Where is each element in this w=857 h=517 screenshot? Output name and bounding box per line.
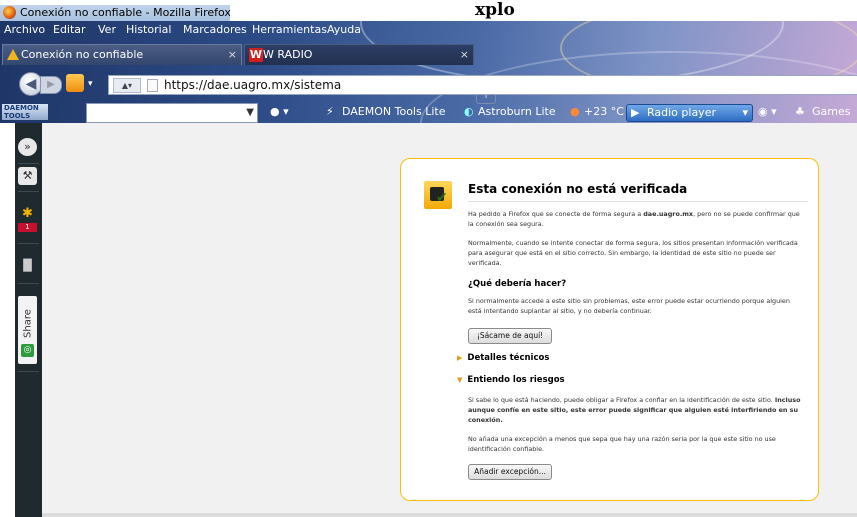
notification-badge: 1	[18, 223, 37, 232]
url-text[interactable]: https://dae.uagro.mx/sistema	[164, 76, 341, 94]
menu-editar[interactable]: Editar	[53, 23, 86, 36]
window-title: Conexión no confiable - Mozilla Firefox	[20, 6, 231, 19]
wradio-logo-icon: W	[249, 48, 263, 62]
url-bar[interactable]: ▲▾ https://dae.uagro.mx/sistema	[108, 75, 857, 95]
addon-icon[interactable]	[66, 74, 84, 92]
volume-icon[interactable]: ◉ ▾	[758, 105, 777, 118]
tool-icon[interactable]: ⚒	[18, 167, 37, 185]
understand-risks-toggle[interactable]: ▼ Entiendo los riesgos	[457, 375, 565, 385]
error-card: Esta conexión no está verificada Ha pedi…	[400, 158, 819, 501]
error-intro: Ha pedido a Firefox que se conecte de fo…	[468, 210, 800, 228]
add-exception-button[interactable]: Añadir excepción...	[468, 464, 552, 480]
firefox-icon	[3, 6, 16, 19]
what-should-i-do-text: Si normalmente accede a este sitio sin p…	[468, 297, 790, 315]
sidebar: » ⚒ ✱ 1 ▐▌ Share ◎	[15, 123, 42, 517]
risks-text: Si sabe lo que está haciendo, puede obli…	[468, 396, 801, 424]
share-icon: ◎	[21, 344, 34, 357]
tab-label: Conexión no confiable	[21, 48, 144, 61]
tab-conexion[interactable]: Conexión no confiable ×	[2, 44, 242, 65]
tab-wradio[interactable]: W W RADIO ×	[244, 44, 474, 65]
daemon-tools-button[interactable]: DAEMON Tools Lite	[342, 105, 446, 118]
astroburn-button[interactable]: Astroburn Lite	[478, 105, 556, 118]
star-icon[interactable]: ✱	[18, 205, 37, 223]
addon-dropdown-icon[interactable]: ▾	[88, 79, 96, 89]
expand-sidebar-button[interactable]: »	[18, 138, 37, 156]
expander-down-icon: ▼	[457, 376, 463, 384]
games-button[interactable]: Games	[812, 105, 850, 118]
title-bar: Conexión no confiable - Mozilla Firefox …	[0, 0, 857, 21]
site-identity-button[interactable]: ▲▾	[113, 78, 141, 93]
share-tab[interactable]: Share ◎	[18, 296, 37, 364]
daemon-search-input[interactable]: ▼	[86, 103, 258, 123]
technical-details-toggle[interactable]: ▶ Detalles técnicos	[457, 353, 549, 363]
tab-label: W RADIO	[263, 48, 313, 61]
astroburn-icon: ◐	[464, 105, 474, 118]
page-icon	[147, 79, 158, 92]
exception-warning: No añada una excepción a menos que sepa …	[468, 435, 776, 453]
expander-right-icon: ▶	[457, 354, 463, 362]
chevron-down-icon[interactable]: ▼	[246, 104, 254, 122]
menu-historial[interactable]: Historial	[126, 23, 171, 36]
menu-marcadores[interactable]: Marcadores	[183, 23, 247, 36]
share-label: Share	[22, 309, 34, 338]
daemon-logo[interactable]: DAEMON TOOLS	[2, 104, 48, 120]
error-title: Esta conexión no está verificada	[468, 182, 808, 202]
menu-ver[interactable]: Ver	[98, 23, 116, 36]
weather-button[interactable]: +23 °C	[584, 105, 624, 118]
menu-bar: Archivo Editar Ver Historial Marcadores …	[0, 21, 857, 39]
what-should-i-do-heading: ¿Qué debería hacer?	[468, 279, 567, 289]
tab-bar: Conexión no confiable × W W RADIO × +	[0, 41, 857, 104]
certificate-warning-icon	[424, 181, 452, 209]
forward-button[interactable]: ▶	[40, 76, 62, 94]
chevron-down-icon[interactable]: ▾	[742, 105, 748, 121]
weather-icon: ●	[570, 105, 580, 118]
columns-icon[interactable]: ▐▌	[18, 257, 37, 275]
play-icon[interactable]: ▶	[631, 105, 639, 121]
menu-herramientas[interactable]: Herramientas	[252, 23, 327, 36]
daemon-tools-icon: ⚡	[326, 105, 334, 118]
menu-ayuda[interactable]: Ayuda	[327, 23, 361, 36]
warning-icon	[7, 49, 19, 60]
daemon-toolbar: DAEMON TOOLS ▼ ● ▾ ⚡ DAEMON Tools Lite ◐…	[0, 101, 857, 123]
error-explanation: Normalmente, cuando se intente conectar …	[468, 239, 798, 267]
tab-close-icon[interactable]: ×	[228, 45, 237, 65]
tab-close-icon[interactable]: ×	[460, 45, 469, 65]
overflow-text: xplo	[475, 0, 515, 20]
radio-player-button[interactable]: Radio player ▶ ▾	[626, 104, 753, 122]
games-icon: ♣	[795, 105, 805, 118]
menu-archivo[interactable]: Archivo	[4, 23, 45, 36]
navigation-bar: ◀ ▶ ▾ ▲▾ https://dae.uagro.mx/sistema	[0, 68, 857, 98]
get-me-out-button[interactable]: ¡Sácame de aquí!	[468, 328, 552, 344]
radio-player-label: Radio player	[647, 106, 716, 119]
globe-icon[interactable]: ● ▾	[270, 105, 289, 118]
